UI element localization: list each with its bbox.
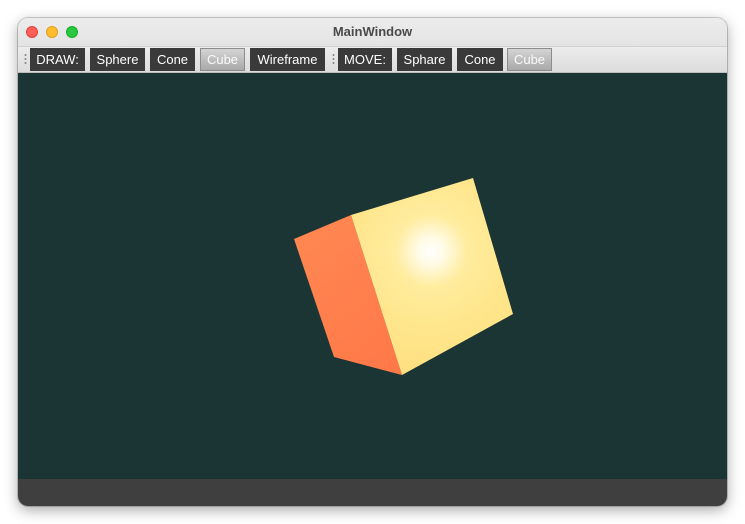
move-sphere-button[interactable]: Sphare bbox=[397, 48, 452, 71]
window-title: MainWindow bbox=[332, 24, 413, 39]
move-cube-button[interactable]: Cube bbox=[507, 48, 552, 71]
main-window: MainWindow DRAW: Sphere Cone Cube Wirefr… bbox=[18, 18, 727, 506]
3d-scene bbox=[294, 178, 513, 375]
draw-sphere-button[interactable]: Sphere bbox=[90, 48, 145, 71]
move-toolbar-handle[interactable] bbox=[332, 53, 335, 65]
draw-toolbar-handle[interactable] bbox=[24, 53, 27, 65]
draw-wireframe-button[interactable]: Wireframe bbox=[250, 48, 325, 71]
3d-viewport[interactable] bbox=[18, 73, 727, 479]
title-bar[interactable]: MainWindow bbox=[18, 18, 727, 47]
status-bar bbox=[18, 479, 727, 506]
move-cone-button[interactable]: Cone bbox=[457, 48, 503, 71]
draw-cube-button[interactable]: Cube bbox=[200, 48, 245, 71]
move-label: MOVE: bbox=[338, 48, 392, 71]
draw-label: DRAW: bbox=[30, 48, 85, 71]
draw-cone-button[interactable]: Cone bbox=[150, 48, 195, 71]
toolbar: DRAW: Sphere Cone Cube Wireframe MOVE: S… bbox=[18, 47, 727, 73]
